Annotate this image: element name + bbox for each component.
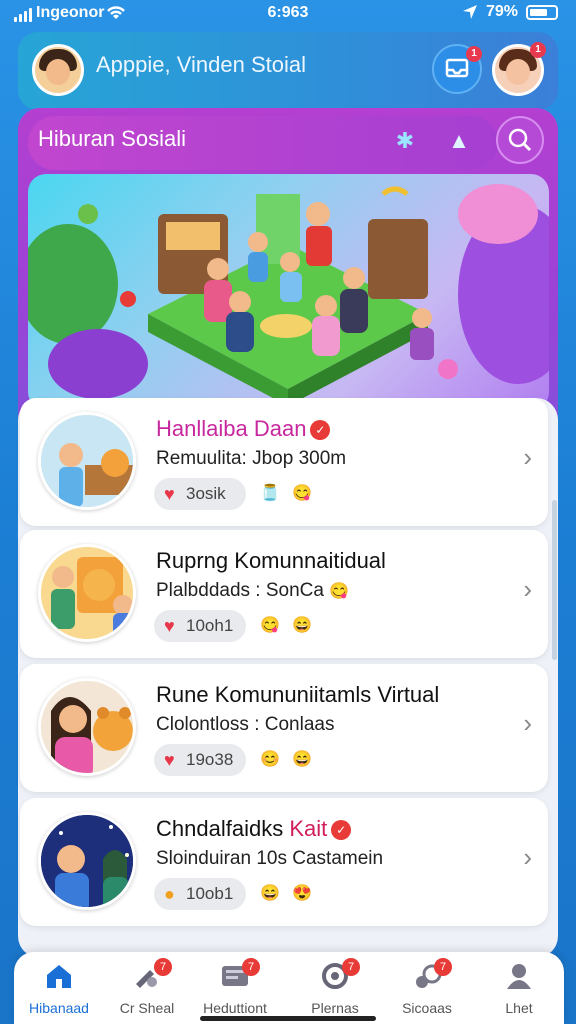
item-subtitle: Sloinduiran 10s Castamein [156, 848, 384, 869]
nav-badge: 7 [242, 958, 260, 976]
location-icon [462, 5, 477, 19]
nav-label: Cr Sheal [119, 1000, 175, 1016]
item-title: Hanllaiba Daan ✓ [156, 416, 331, 442]
battery-icon [526, 4, 558, 20]
music-icon: 7 [412, 958, 452, 990]
panel-title: Hiburan Sosiali [38, 126, 186, 151]
nav-label: Lhet [505, 1000, 533, 1016]
home-icon [47, 965, 71, 988]
like-chip[interactable]: ♥ 10oh1 [154, 610, 246, 642]
nav-planets[interactable]: 7 Plernas [290, 958, 380, 1018]
yum-emoji-icon[interactable]: 😋 [288, 480, 316, 508]
nav-label: Plernas [311, 1000, 359, 1016]
item-title: Rune Komununiitamls Virtual [156, 682, 440, 707]
like-chip[interactable]: ♥ 3osik [154, 478, 246, 510]
status-bar: Ingeonor 6:963 79% [0, 0, 576, 28]
sparkle-icon[interactable]: ✱ [392, 128, 418, 154]
item-subtitle: Remuulita: Jbop 300m [156, 448, 347, 469]
nav-profile[interactable]: Lhet [474, 958, 564, 1018]
verified-icon: ✓ [331, 820, 352, 841]
list-item[interactable]: Ruprng Komunnaitidual Plalbddads : SonCa… [20, 530, 548, 658]
like-count: 10ob1 [186, 884, 234, 903]
paint-icon: 7 [132, 958, 172, 990]
heart-icon: ♥ [164, 616, 175, 636]
fire-icon: ● [164, 884, 175, 904]
search-button[interactable] [496, 116, 544, 164]
chevron-right-icon[interactable]: › [523, 574, 532, 605]
planet-icon: 7 [320, 958, 360, 990]
item-subtitle: Clolontloss : Conlaas [156, 714, 335, 735]
like-count: 10oh1 [186, 616, 234, 635]
chevron-right-icon[interactable]: › [523, 842, 532, 873]
heart-icon: ♥ [164, 484, 175, 504]
nav-badge: 7 [154, 958, 172, 976]
item-title: Chndalfaidks Kait ✓ [156, 816, 352, 842]
nav-label: Heduttiont [203, 1000, 267, 1016]
nav-create[interactable]: 7 Cr Sheal [102, 958, 192, 1018]
item-title: Ruprng Komunnaitidual [156, 548, 386, 573]
profile-badge: 1 [530, 42, 546, 58]
item-thumbnail [38, 412, 136, 510]
app-title: Apppie, Vinden Stoial [96, 52, 306, 77]
user-avatar[interactable] [32, 44, 84, 96]
battery-percent: 79% [485, 3, 518, 20]
nav-music[interactable]: 7 Sicoaas [382, 958, 472, 1018]
star-icon[interactable]: ▲ [446, 128, 472, 154]
list-item[interactable]: Hanllaiba Daan ✓ Remuulita: Jbop 300m ♥ 3o… [20, 398, 548, 526]
like-count: 3osik [186, 484, 226, 503]
app-header: Apppie, Vinden Stoial 1 1 [18, 32, 558, 110]
search-icon [508, 128, 532, 152]
nav-label: Sicoaas [402, 1000, 452, 1016]
nav-home[interactable]: Hibanaad [14, 958, 104, 1018]
yum-emoji-icon[interactable]: 😋 [256, 612, 284, 640]
smile-emoji-icon[interactable]: 😄 [288, 612, 316, 640]
list-item[interactable]: Rune Komununiitamls Virtual Clolontloss … [20, 664, 548, 792]
item-thumbnail [38, 678, 136, 776]
like-chip[interactable]: ♥ 19o38 [154, 744, 246, 776]
blush-emoji-icon[interactable]: 😊 [256, 746, 284, 774]
hero-illustration[interactable] [28, 174, 549, 410]
nav-gallery[interactable]: 7 Heduttiont [190, 958, 280, 1018]
chevron-right-icon[interactable]: › [523, 442, 532, 473]
verified-icon: ✓ [310, 420, 331, 441]
grin-emoji-icon[interactable]: 😄 [256, 880, 284, 908]
jar-icon[interactable]: 🫙 [256, 480, 284, 508]
item-thumbnail [38, 544, 136, 642]
notifications-button[interactable]: 1 [432, 44, 482, 94]
gallery-icon: 7 [220, 958, 260, 990]
like-chip[interactable]: ● 10ob1 [154, 878, 246, 910]
like-count: 19o38 [186, 750, 234, 769]
scrollbar[interactable] [552, 500, 557, 660]
notification-badge: 1 [466, 46, 482, 62]
nav-label: Hibanaad [29, 1000, 89, 1016]
list-item[interactable]: Chndalfaidks Kait ✓ Sloinduiran 10s Casta… [20, 798, 548, 926]
smile-emoji-icon[interactable]: 😄 [288, 746, 316, 774]
subtitle-emoji-icon: 😋 [329, 583, 350, 600]
heart-eyes-emoji-icon[interactable]: 😍 [288, 880, 316, 908]
bottom-nav: Hibanaad 7 Cr Sheal 7 Heduttiont 7 Plern… [14, 952, 564, 1024]
nav-badge: 7 [342, 958, 360, 976]
item-subtitle: Plalbddads : SonCa 😋 [156, 580, 350, 601]
item-thumbnail [38, 812, 136, 910]
chevron-right-icon[interactable]: › [523, 708, 532, 739]
profile-icon [507, 964, 531, 989]
community-scene-image [28, 184, 549, 406]
home-indicator [200, 1016, 376, 1021]
nav-badge: 7 [434, 958, 452, 976]
heart-icon: ♥ [164, 750, 175, 770]
